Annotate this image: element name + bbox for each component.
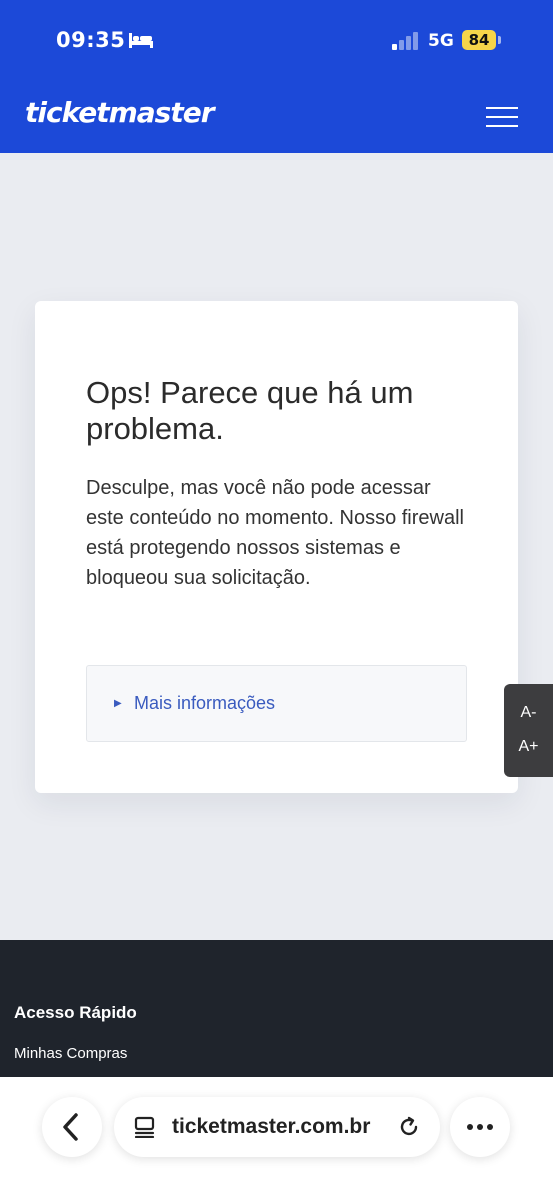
site-footer: Acesso Rápido Minhas Compras [0,940,553,1077]
tabs-icon [134,1116,155,1138]
menu-icon[interactable] [486,107,518,127]
signal-icon [392,32,418,50]
increase-font-button[interactable]: A+ [504,738,553,756]
back-button[interactable] [42,1097,102,1157]
url-text: ticketmaster.com.br [172,1115,371,1138]
reload-icon[interactable] [397,1115,421,1139]
more-info-label: Mais informações [134,693,276,713]
battery-icon: 84 [462,30,496,50]
site-header: ticketmaster [0,80,553,153]
triangle-right-icon: ▶ [114,698,122,709]
footer-link-minhas-compras[interactable]: Minhas Compras [14,1045,127,1062]
decrease-font-button[interactable]: A- [504,704,553,722]
more-options-button[interactable] [450,1097,510,1157]
battery-tip [498,36,501,44]
status-time: 09:35 [56,28,126,52]
error-title: Ops! Parece que há um problema. [86,375,414,446]
battery-level: 84 [468,31,490,49]
more-info-toggle[interactable]: ▶ Mais informações [86,665,467,742]
chevron-left-icon [63,1113,78,1141]
ellipsis-icon [467,1124,493,1130]
footer-heading: Acesso Rápido [14,1003,137,1022]
network-type: 5G [428,31,454,51]
font-size-controls: A- A+ [504,684,553,777]
error-message: Desculpe, mas você não pode acessar este… [86,477,464,589]
browser-toolbar: ticketmaster.com.br [0,1077,553,1200]
error-card: Ops! Parece que há um problema. Desculpe… [35,301,518,793]
ticketmaster-logo[interactable]: ticketmaster [25,96,214,129]
address-bar[interactable]: ticketmaster.com.br [114,1097,440,1157]
bed-icon [129,33,153,48]
status-bar: 09:35 5G 84 [0,0,553,80]
